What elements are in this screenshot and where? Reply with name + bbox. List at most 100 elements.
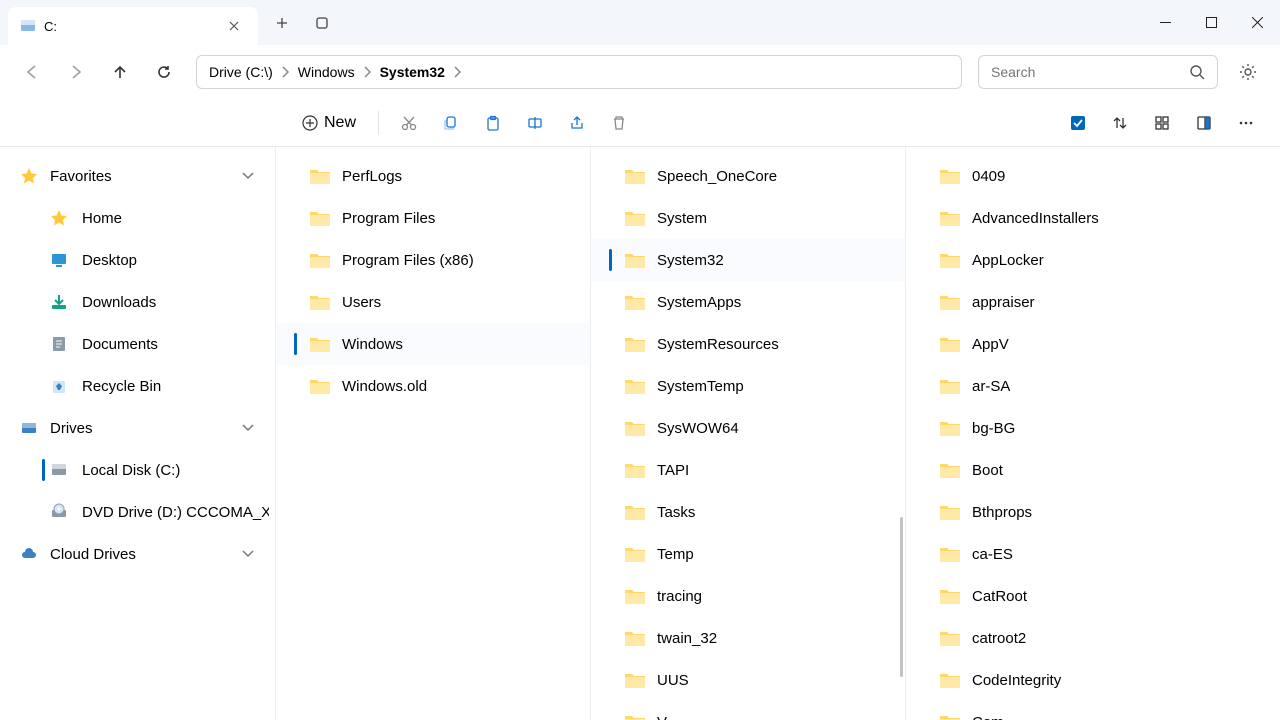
tab[interactable]: C:	[8, 7, 258, 45]
search-box[interactable]	[978, 55, 1218, 89]
file-item[interactable]: 0409	[906, 155, 1220, 197]
folder-icon	[625, 378, 645, 394]
breadcrumb-segment[interactable]: System32	[380, 64, 445, 80]
folder-icon	[625, 168, 645, 184]
new-button[interactable]: New	[292, 108, 366, 138]
column[interactable]: 0409AdvancedInstallers AppLocker appraiser…	[905, 147, 1220, 720]
file-item[interactable]: Program Files	[276, 197, 590, 239]
file-item[interactable]: System32	[591, 239, 905, 281]
sidebar-item[interactable]: Recycle Bin	[6, 365, 269, 407]
sidebar-group[interactable]: Favorites	[6, 155, 269, 197]
file-item[interactable]: SystemApps	[591, 281, 905, 323]
file-item[interactable]: Temp	[591, 533, 905, 575]
file-label: Com	[972, 714, 1004, 720]
file-label: Program Files	[342, 210, 435, 227]
search-input[interactable]	[991, 64, 1190, 80]
file-item[interactable]: CodeIntegrity	[906, 659, 1220, 701]
scrollbar[interactable]	[900, 517, 903, 677]
details-pane-button[interactable]	[1186, 105, 1222, 141]
file-item[interactable]: ar-SA	[906, 365, 1220, 407]
chevron-right-icon	[279, 65, 292, 79]
breadcrumb[interactable]: Drive (C:\) Windows System32	[196, 55, 962, 89]
folder-icon	[625, 504, 645, 520]
cut-button[interactable]	[391, 105, 427, 141]
miller-columns: PerfLogs Program Files Program Files (x86)…	[275, 147, 1280, 720]
view-button[interactable]	[1144, 105, 1180, 141]
file-item[interactable]: catroot2	[906, 617, 1220, 659]
select-mode-button[interactable]	[1060, 105, 1096, 141]
sidebar-item[interactable]: Home	[6, 197, 269, 239]
disk-icon	[50, 461, 68, 479]
forward-button[interactable]	[56, 52, 96, 92]
file-item[interactable]: System	[591, 197, 905, 239]
file-item[interactable]: twain_32	[591, 617, 905, 659]
file-item[interactable]: appraiser	[906, 281, 1220, 323]
file-item[interactable]: ca-ES	[906, 533, 1220, 575]
file-item[interactable]: Program Files (x86)	[276, 239, 590, 281]
file-item[interactable]: SystemTemp	[591, 365, 905, 407]
file-item[interactable]: Com	[906, 701, 1220, 720]
breadcrumb-segment[interactable]: Drive (C:\)	[209, 64, 273, 80]
sidebar-item[interactable]: Downloads	[6, 281, 269, 323]
sidebar-item[interactable]: Local Disk (C:)	[6, 449, 269, 491]
folder-icon	[625, 588, 645, 604]
minimize-button[interactable]	[1142, 0, 1188, 45]
tab-overview-button[interactable]	[306, 7, 338, 39]
file-item[interactable]: V	[591, 701, 905, 720]
sidebar-group-label: Drives	[50, 420, 229, 437]
refresh-button[interactable]	[144, 52, 184, 92]
close-window-button[interactable]	[1234, 0, 1280, 45]
file-label: bg-BG	[972, 420, 1015, 437]
file-item[interactable]: bg-BG	[906, 407, 1220, 449]
delete-button[interactable]	[601, 105, 637, 141]
folder-icon	[310, 252, 330, 268]
up-button[interactable]	[100, 52, 140, 92]
folder-icon	[625, 336, 645, 352]
paste-button[interactable]	[475, 105, 511, 141]
sidebar-group-label: Favorites	[50, 168, 229, 185]
file-item[interactable]: SysWOW64	[591, 407, 905, 449]
file-item[interactable]: Speech_OneCore	[591, 155, 905, 197]
sidebar-item[interactable]: Documents	[6, 323, 269, 365]
settings-button[interactable]	[1228, 52, 1268, 92]
maximize-button[interactable]	[1188, 0, 1234, 45]
file-item[interactable]: Windows	[276, 323, 590, 365]
sidebar-item[interactable]: DVD Drive (D:) CCCOMA_X	[6, 491, 269, 533]
tab-close-button[interactable]	[222, 14, 246, 38]
file-item[interactable]: AdvancedInstallers	[906, 197, 1220, 239]
folder-icon	[940, 588, 960, 604]
file-item[interactable]: AppLocker	[906, 239, 1220, 281]
file-label: System	[657, 210, 707, 227]
file-item[interactable]: Bthprops	[906, 491, 1220, 533]
file-item[interactable]: Users	[276, 281, 590, 323]
folder-icon	[625, 462, 645, 478]
more-button[interactable]	[1228, 105, 1264, 141]
file-item[interactable]: SystemResources	[591, 323, 905, 365]
file-label: AppLocker	[972, 252, 1044, 269]
sort-button[interactable]	[1102, 105, 1138, 141]
file-item[interactable]: UUS	[591, 659, 905, 701]
sidebar-group[interactable]: Drives	[6, 407, 269, 449]
column[interactable]: PerfLogs Program Files Program Files (x86)…	[275, 147, 590, 720]
file-item[interactable]: CatRoot	[906, 575, 1220, 617]
file-item[interactable]: Windows.old	[276, 365, 590, 407]
sidebar-item-label: Recycle Bin	[82, 378, 255, 395]
breadcrumb-segment[interactable]: Windows	[298, 64, 355, 80]
file-item[interactable]: AppV	[906, 323, 1220, 365]
file-item[interactable]: TAPI	[591, 449, 905, 491]
file-item[interactable]: tracing	[591, 575, 905, 617]
file-label: Temp	[657, 546, 694, 563]
sidebar-group[interactable]: Cloud Drives	[6, 533, 269, 575]
back-button[interactable]	[12, 52, 52, 92]
folder-icon	[625, 714, 645, 720]
new-tab-button[interactable]	[266, 7, 298, 39]
file-item[interactable]: PerfLogs	[276, 155, 590, 197]
file-item[interactable]: Tasks	[591, 491, 905, 533]
sidebar-item[interactable]: Desktop	[6, 239, 269, 281]
toolbar: New	[0, 99, 1280, 147]
copy-button[interactable]	[433, 105, 469, 141]
file-item[interactable]: Boot	[906, 449, 1220, 491]
column[interactable]: Speech_OneCoreSystemSystem32SystemAppsSy…	[590, 147, 905, 720]
rename-button[interactable]	[517, 105, 553, 141]
share-button[interactable]	[559, 105, 595, 141]
